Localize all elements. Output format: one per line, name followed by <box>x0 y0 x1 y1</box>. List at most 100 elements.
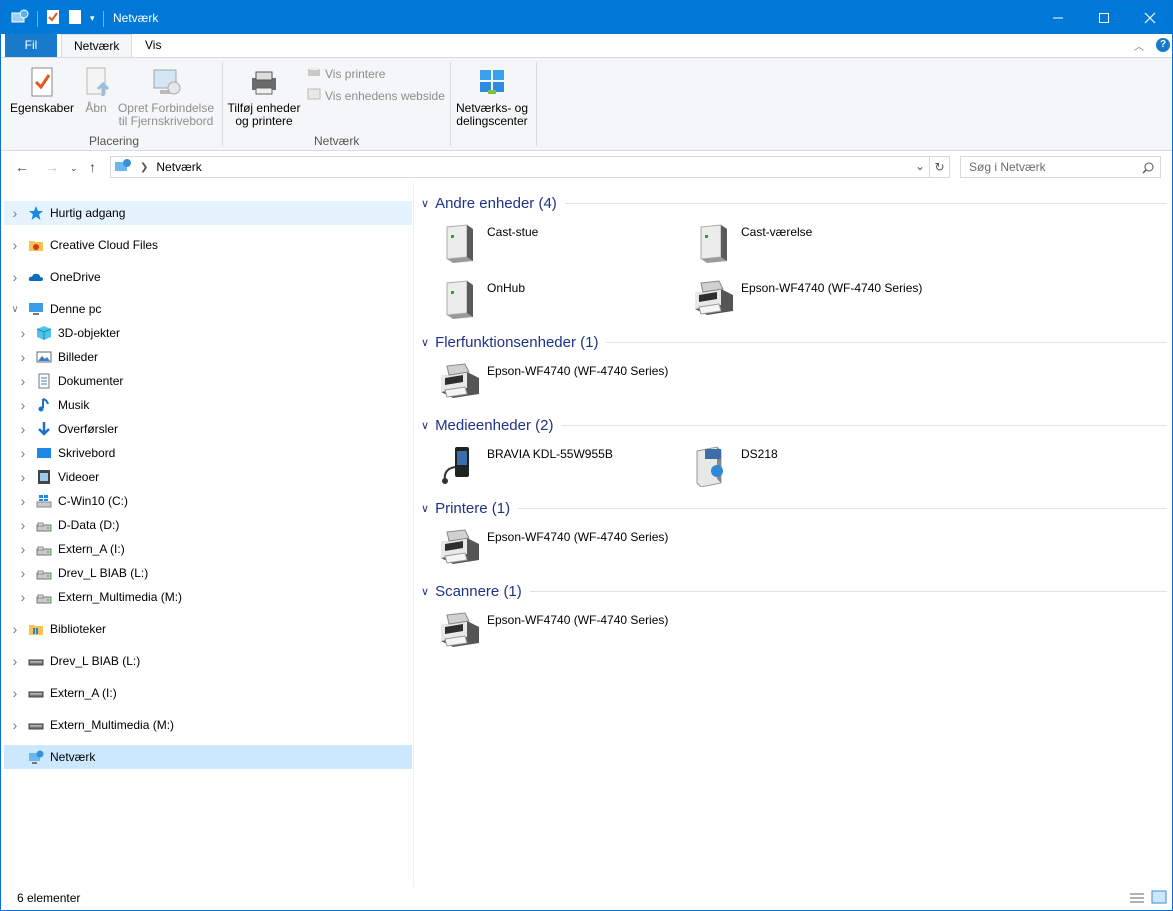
nav-item[interactable]: › Overførsler <box>4 417 412 441</box>
server-icon <box>437 277 481 321</box>
chevron-right-icon[interactable]: › <box>10 717 20 733</box>
chevron-right-icon[interactable]: › <box>18 397 28 413</box>
nav-item[interactable]: › Extern_Multimedia (M:) <box>4 585 412 609</box>
device-item[interactable]: Cast-stue <box>437 221 687 269</box>
chevron-right-icon[interactable]: › <box>18 349 28 365</box>
nav-item[interactable]: › Extern_A (I:) <box>4 681 412 705</box>
search-input[interactable]: Søg i Netværk <box>960 156 1161 178</box>
nav-item[interactable]: › Musik <box>4 393 412 417</box>
group-header[interactable]: ∨ Flerfunktionsenheder (1) <box>421 332 1167 352</box>
windows-drive-icon <box>36 493 52 509</box>
chevron-down-icon[interactable]: ∨ <box>421 197 429 210</box>
device-item[interactable]: Epson-WF4740 (WF-4740 Series) <box>437 360 687 408</box>
chevron-down-icon[interactable]: ∨ <box>421 419 429 432</box>
network-center-button[interactable]: Netværks- og delingscenter <box>455 66 529 128</box>
view-webpage-button[interactable]: Vis enhedens webside <box>307 88 445 103</box>
computer-icon <box>28 301 44 317</box>
add-devices-button[interactable]: Tilføj enheder og printere <box>226 66 302 128</box>
drive-icon <box>36 589 52 605</box>
customize-toolbar-icon[interactable]: ▾ <box>90 13 95 24</box>
group-header[interactable]: ∨ Medieenheder (2) <box>421 415 1167 435</box>
tab-network[interactable]: Netværk <box>61 34 133 58</box>
nav-item[interactable]: › Extern_Multimedia (M:) <box>4 713 412 737</box>
group-header[interactable]: ∨ Andre enheder (4) <box>421 193 1167 213</box>
chevron-right-icon[interactable]: › <box>18 493 28 509</box>
chevron-right-icon[interactable]: › <box>18 565 28 581</box>
properties-quick-icon[interactable] <box>46 9 60 28</box>
properties-button[interactable]: Egenskaber <box>9 66 75 115</box>
status-bar: 6 elementer <box>1 887 1172 910</box>
nav-item[interactable]: Netværk <box>4 745 412 769</box>
maximize-button[interactable] <box>1081 1 1127 34</box>
group-header[interactable]: ∨ Printere (1) <box>421 498 1167 518</box>
chevron-right-icon[interactable]: › <box>18 589 28 605</box>
nav-item[interactable]: › Dokumenter <box>4 369 412 393</box>
minimize-button[interactable] <box>1035 1 1081 34</box>
details-view-icon[interactable] <box>1129 891 1145 908</box>
chevron-right-icon[interactable]: › <box>10 237 20 253</box>
forward-arrow-icon[interactable]: → <box>45 159 59 175</box>
address-bar[interactable]: ❯ Netværk ⌄ <box>110 156 930 178</box>
nav-item[interactable]: ∨ Denne pc <box>4 297 412 321</box>
new-folder-quick-icon[interactable] <box>68 9 82 28</box>
nav-item[interactable]: › Extern_A (I:) <box>4 537 412 561</box>
back-arrow-icon[interactable]: ← <box>15 159 29 175</box>
chevron-right-icon[interactable]: › <box>10 685 20 701</box>
nav-item-label: Extern_Multimedia (M:) <box>58 590 183 604</box>
up-arrow-icon[interactable]: ↑ <box>89 159 96 175</box>
chevron-right-icon[interactable]: › <box>18 541 28 557</box>
open-button[interactable]: Åbn <box>81 66 111 115</box>
nav-item[interactable]: › Videoer <box>4 465 412 489</box>
recent-dropdown-icon[interactable]: ⌄ <box>70 163 78 174</box>
collapse-ribbon-icon[interactable]: ︿ <box>1134 38 1144 53</box>
device-item[interactable]: Epson-WF4740 (WF-4740 Series) <box>437 526 687 574</box>
group-header[interactable]: ∨ Scannere (1) <box>421 581 1167 601</box>
nav-item[interactable]: › Drev_L BIAB (L:) <box>4 561 412 585</box>
nav-item[interactable]: › 3D-objekter <box>4 321 412 345</box>
window-title: Netværk <box>113 11 159 25</box>
chevron-right-icon[interactable]: › <box>18 373 28 389</box>
remote-desktop-button[interactable]: Opret Forbindelse til Fjernskrivebord <box>115 66 217 128</box>
nav-item[interactable]: › Hurtig adgang <box>4 201 412 225</box>
large-icons-view-icon[interactable] <box>1151 890 1167 907</box>
breadcrumb-separator-icon[interactable]: ❯ <box>140 162 148 173</box>
device-item[interactable]: Cast-værelse <box>691 221 941 269</box>
chevron-down-icon[interactable]: ∨ <box>10 304 20 315</box>
chevron-right-icon[interactable]: › <box>10 205 20 221</box>
chevron-right-icon[interactable]: › <box>18 421 28 437</box>
chevron-right-icon[interactable]: › <box>10 653 20 669</box>
network-breadcrumb-icon <box>114 158 132 177</box>
breadcrumb-network[interactable]: Netværk <box>156 160 201 174</box>
chevron-right-icon[interactable]: › <box>10 621 20 637</box>
tab-file[interactable]: Fil <box>5 34 57 58</box>
tab-view[interactable]: Vis <box>133 34 173 58</box>
chevron-down-icon[interactable]: ∨ <box>421 336 429 349</box>
nav-item[interactable]: › Skrivebord <box>4 441 412 465</box>
device-item[interactable]: DS218 <box>691 443 941 491</box>
nav-item[interactable]: › D-Data (D:) <box>4 513 412 537</box>
group-title: Scannere (1) <box>435 582 522 600</box>
refresh-icon[interactable]: ↻ <box>930 156 950 178</box>
address-dropdown-icon[interactable]: ⌄ <box>915 159 925 173</box>
chevron-right-icon[interactable]: › <box>10 269 20 285</box>
device-item[interactable]: Epson-WF4740 (WF-4740 Series) <box>437 609 687 657</box>
chevron-right-icon[interactable]: › <box>18 445 28 461</box>
help-icon[interactable]: ? <box>1156 38 1170 52</box>
nav-item[interactable]: › OneDrive <box>4 265 412 289</box>
chevron-down-icon[interactable]: ∨ <box>421 502 429 515</box>
nav-item[interactable]: › Biblioteker <box>4 617 412 641</box>
chevron-right-icon[interactable]: › <box>18 469 28 485</box>
search-icon <box>1142 160 1154 180</box>
nav-item[interactable]: › Billeder <box>4 345 412 369</box>
nav-item[interactable]: › Creative Cloud Files <box>4 233 412 257</box>
device-item[interactable]: BRAVIA KDL-55W955B <box>437 443 687 491</box>
device-item[interactable]: OnHub <box>437 277 687 325</box>
nav-item[interactable]: › Drev_L BIAB (L:) <box>4 649 412 673</box>
chevron-down-icon[interactable]: ∨ <box>421 585 429 598</box>
nav-item[interactable]: › C-Win10 (C:) <box>4 489 412 513</box>
chevron-right-icon[interactable]: › <box>18 325 28 341</box>
close-button[interactable] <box>1127 1 1173 34</box>
view-printers-button[interactable]: Vis printere <box>307 66 385 81</box>
chevron-right-icon[interactable]: › <box>18 517 28 533</box>
device-item[interactable]: Epson-WF4740 (WF-4740 Series) <box>691 277 941 325</box>
